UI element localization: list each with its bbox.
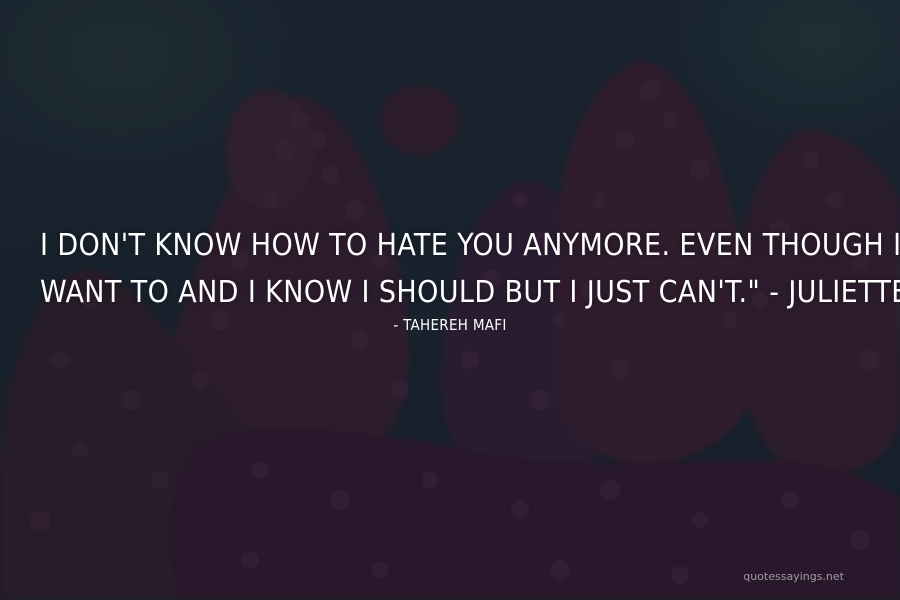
quote-author: - TAHEREH MAFI <box>393 316 507 334</box>
site-watermark: quotessayings.net <box>743 570 844 583</box>
quote-line-2: WANT TO AND I KNOW I SHOULD BUT I JUST C… <box>40 275 900 310</box>
quote-line-1: I DON'T KNOW HOW TO HATE YOU ANYMORE. EV… <box>40 228 900 263</box>
quote-text: I DON'T KNOW HOW TO HATE YOU ANYMORE. EV… <box>40 222 900 316</box>
quote-card: I DON'T KNOW HOW TO HATE YOU ANYMORE. EV… <box>0 0 900 600</box>
